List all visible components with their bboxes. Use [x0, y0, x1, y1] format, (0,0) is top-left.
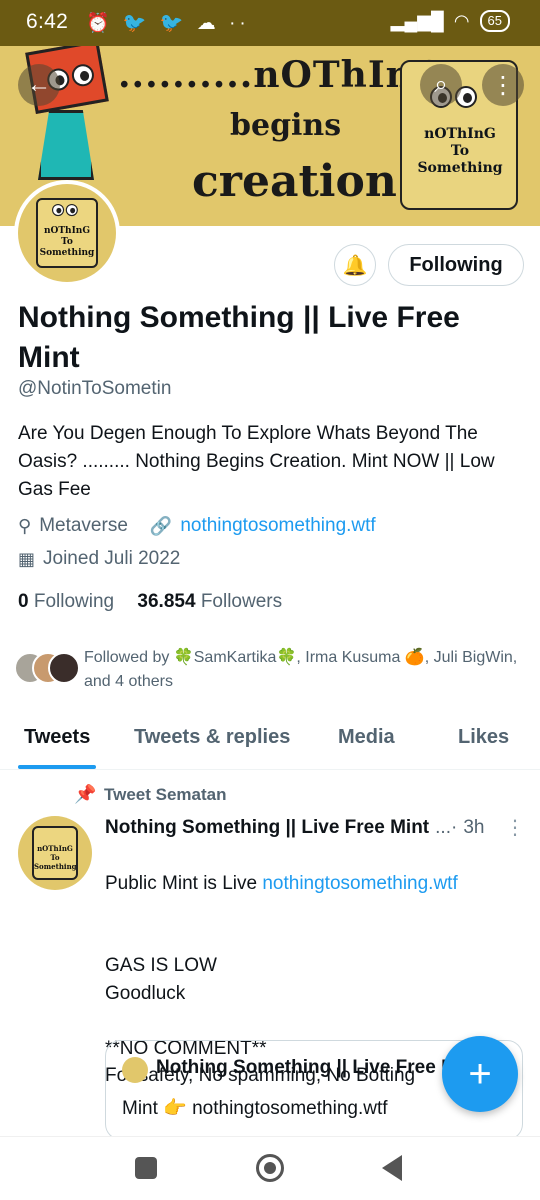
tab-tweets[interactable]: Tweets: [24, 726, 90, 749]
profile-joined: Joined Juli 2022: [43, 548, 181, 569]
banner-text-line3: creation: [192, 156, 397, 207]
plus-icon: +: [468, 1051, 492, 1096]
profile-joined-row: ▦ Joined Juli 2022: [18, 548, 180, 570]
active-tab-indicator: [18, 765, 96, 769]
arrow-left-icon: ←: [27, 71, 51, 98]
more-options-button[interactable]: ⋮: [482, 64, 524, 106]
system-nav-bar: [0, 1136, 540, 1200]
search-button[interactable]: ⌕: [420, 64, 462, 106]
tweet-ellipsis: ...·: [435, 816, 458, 838]
battery-icon: 65: [479, 10, 510, 32]
profile-tabs: Tweets Tweets & replies Media Likes: [0, 718, 540, 770]
search-icon: ⌕: [434, 71, 448, 98]
tweet-time[interactable]: 3h: [463, 817, 484, 839]
robot-body-illustration: [38, 110, 94, 180]
banner-text-line1: ..........nOThInG: [118, 54, 445, 96]
following-button[interactable]: Following: [388, 244, 524, 286]
notifications-bell-button[interactable]: 🔔: [334, 244, 376, 286]
notification-icons: ⏰ 🐦 🐦 ☁ ··: [86, 13, 250, 34]
follower-avatar: [48, 652, 80, 684]
profile-avatar[interactable]: nOThInG To Something: [14, 180, 120, 286]
tweet-more-icon[interactable]: ⋮: [505, 815, 525, 840]
back-icon[interactable]: [382, 1155, 402, 1181]
avatar-text: nOThInG To Something: [39, 226, 95, 258]
status-right: ▂▄▆█ ◠ 65: [391, 10, 510, 32]
tab-likes[interactable]: Likes: [458, 726, 509, 749]
recents-icon[interactable]: [135, 1157, 157, 1179]
followed-by-text[interactable]: Followed by 🍀SamKartika🍀, Irma Kusuma 🍊,…: [84, 646, 524, 694]
profile-meta-row: ⚲ Metaverse 🔗 nothingtosomething.wtf: [18, 515, 376, 537]
scroll-text: nOThInG To Something: [417, 126, 503, 176]
tweet-link[interactable]: nothingtosomething.wtf: [262, 873, 457, 894]
profile-location: Metaverse: [39, 515, 128, 536]
tweet-avatar[interactable]: nOThInG To Something: [18, 816, 92, 890]
tweet-author-name[interactable]: Nothing Something || Live Free Mint: [105, 817, 429, 839]
profile-website-link[interactable]: nothingtosomething.wtf: [180, 515, 375, 537]
compose-tweet-button[interactable]: +: [442, 1036, 518, 1112]
following-count-link[interactable]: 0 Following: [18, 591, 114, 612]
back-button[interactable]: ←: [18, 64, 60, 106]
home-icon[interactable]: [256, 1154, 284, 1182]
profile-display-name: Nothing Something || Live Free Mint: [18, 301, 460, 374]
status-time: 6:42: [26, 10, 69, 33]
quote-author-name: Nothing Something || Live Free Mint: [156, 1057, 456, 1078]
profile-handle: @NotinToSometin: [18, 378, 172, 399]
follow-counts: 0 Following 36.854 Followers: [18, 591, 282, 613]
profile-bio: Are You Degen Enough To Explore Whats Be…: [18, 423, 495, 500]
location-pin-icon: ⚲: [18, 515, 32, 536]
pin-icon: 📌: [74, 784, 97, 804]
calendar-icon: ▦: [18, 548, 36, 569]
more-vertical-icon: ⋮: [491, 71, 515, 99]
tab-tweets-replies[interactable]: Tweets & replies: [134, 726, 290, 749]
status-bar: 6:42 ⏰ 🐦 🐦 ☁ ·· ▂▄▆█ ◠ 65: [0, 0, 540, 46]
link-icon: 🔗: [149, 515, 173, 536]
pinned-label: 📌 Tweet Sematan: [74, 784, 227, 804]
tweet-header: Nothing Something || Live Free Mint ...·…: [105, 815, 525, 840]
quote-avatar: [122, 1057, 148, 1083]
tab-media[interactable]: Media: [338, 726, 395, 749]
wifi-icon: ◠: [453, 10, 470, 31]
banner-text-line2: begins: [230, 108, 342, 143]
signal-icon: ▂▄▆█: [390, 10, 444, 31]
followers-count-link[interactable]: 36.854 Followers: [137, 591, 282, 612]
bell-plus-icon: 🔔: [342, 254, 368, 277]
quote-text: Mint 👉 nothingtosomething.wtf: [122, 1098, 388, 1119]
